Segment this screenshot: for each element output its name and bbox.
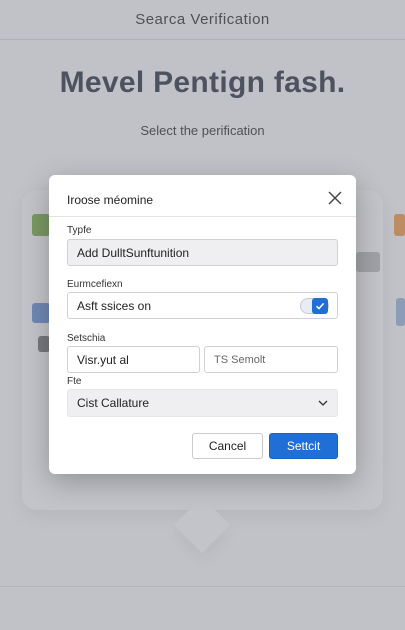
select-value: Cist Callature bbox=[77, 396, 150, 410]
select-label: Fte bbox=[67, 376, 82, 387]
type-field[interactable]: Add DulltSunftunition bbox=[67, 239, 338, 266]
type-label: Typfe bbox=[67, 225, 92, 236]
pair-right-input[interactable]: TS Semolt bbox=[204, 346, 338, 373]
type-field-value: Add DulltSunftunition bbox=[77, 245, 190, 260]
pair-right-placeholder: TS Semolt bbox=[214, 353, 266, 366]
toggle-switch[interactable] bbox=[300, 298, 329, 314]
toggle-text: Asft ssices on bbox=[77, 298, 152, 313]
pair-label: Setschia bbox=[67, 333, 106, 344]
toggle-label: Eurmcefiexn bbox=[67, 279, 123, 290]
close-icon bbox=[328, 191, 342, 205]
toggle-knob bbox=[312, 298, 328, 314]
dialog: Iroose méomine Typfe Add DulltSunftuniti… bbox=[49, 175, 356, 474]
close-button[interactable] bbox=[328, 191, 342, 205]
toggle-row: Asft ssices on bbox=[67, 292, 338, 319]
pair-left-input[interactable]: Visr.yut al bbox=[67, 346, 200, 373]
pair-left-value: Visr.yut al bbox=[77, 352, 129, 367]
select-dropdown[interactable]: Cist Callature bbox=[67, 389, 338, 417]
dialog-title: Iroose méomine bbox=[67, 193, 154, 207]
dialog-header: Iroose méomine bbox=[49, 175, 356, 217]
chevron-down-icon bbox=[318, 400, 328, 406]
checkmark-icon bbox=[315, 302, 325, 310]
cancel-button[interactable]: Cancel bbox=[192, 433, 263, 459]
submit-button[interactable]: Settcit bbox=[269, 433, 338, 459]
